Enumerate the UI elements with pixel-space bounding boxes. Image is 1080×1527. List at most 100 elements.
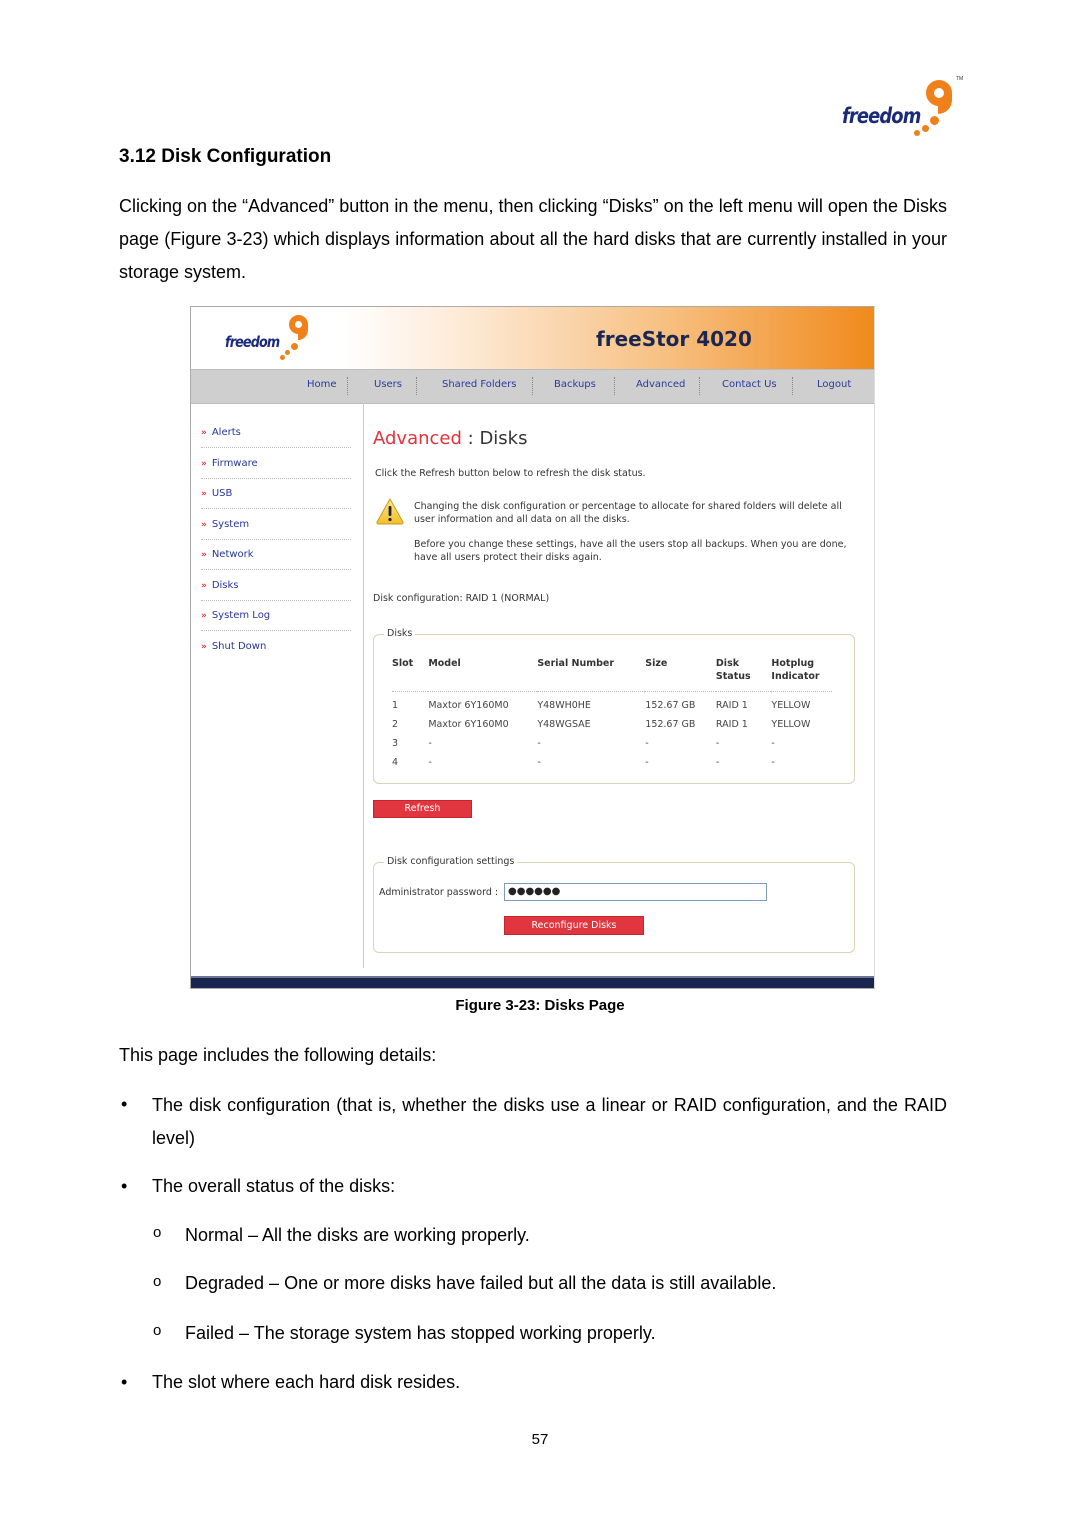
cell-size: - <box>645 757 649 768</box>
nav-separator <box>614 377 615 395</box>
freedom9-logo-small: freedom <box>225 313 325 365</box>
table-row: 2 Maxtor 6Y160M0 Y48WGSAE 152.67 GB RAID… <box>392 711 832 730</box>
logo-dot <box>930 116 939 125</box>
page-number: 57 <box>531 1431 549 1448</box>
cell-serial-number: - <box>537 738 541 749</box>
left-menu: » Alerts » Firmware » USB » System » Network … <box>191 403 364 968</box>
chevron-right-icon: » <box>201 581 207 591</box>
intro-paragraph: Clicking on the “Advanced” button in the… <box>119 196 947 282</box>
logo-dot <box>280 355 285 360</box>
cell-hotplug-indicator: - <box>771 757 775 768</box>
nav-separator <box>416 377 417 395</box>
disks-group-legend: Disks <box>384 628 416 639</box>
chevron-right-icon: » <box>201 520 207 530</box>
freedom9-logo: freedom TM <box>838 76 968 142</box>
top-nav: Home Users Shared Folders Backups Advanc… <box>191 369 874 404</box>
sidebar-item-shut-down[interactable]: » Shut Down <box>201 641 351 671</box>
footer-bar <box>191 976 874 988</box>
sub-bullet-icon: o <box>153 1273 162 1290</box>
nav-logout[interactable]: Logout <box>817 379 851 390</box>
disks-group: Disks Slot Model Serial Number Size Disk… <box>373 628 855 784</box>
page-title-separator: : <box>461 428 480 449</box>
nav-backups[interactable]: Backups <box>554 379 596 390</box>
cell-hotplug-indicator: YELLOW <box>771 719 811 730</box>
page-title-section: Advanced <box>373 428 462 449</box>
divider <box>201 539 351 540</box>
sub-bullet-icon: o <box>153 1322 162 1339</box>
settings-group-legend: Disk configuration settings <box>384 856 518 867</box>
bullet-icon: • <box>121 1372 128 1392</box>
sidebar-item-network[interactable]: » Network <box>201 549 351 579</box>
sidebar-item-label: System Log <box>211 610 271 621</box>
chevron-right-icon: » <box>201 611 207 621</box>
cell-size: 152.67 GB <box>645 700 696 711</box>
warning-text-1: Changing the disk configuration or perce… <box>414 501 842 525</box>
divider <box>201 630 351 631</box>
logo-dot <box>922 125 929 132</box>
sidebar-item-system-log[interactable]: » System Log <box>201 610 351 640</box>
nav-shared-folders[interactable]: Shared Folders <box>442 379 517 390</box>
refresh-hint: Click the Refresh button below to refres… <box>375 468 646 479</box>
cell-disk-status: RAID 1 <box>715 700 748 711</box>
sidebar-item-label: Disks <box>211 580 239 591</box>
column-header-size: Size <box>645 657 716 692</box>
column-header-slot: Slot <box>392 657 429 692</box>
warning-icon <box>376 497 404 525</box>
chevron-right-icon: » <box>201 550 207 560</box>
header-banner: freedom freeStor 4020 <box>191 307 874 369</box>
page-title-page: Disks <box>479 428 528 449</box>
product-name: freeStor 4020 <box>596 327 752 351</box>
nav-home[interactable]: Home <box>307 379 337 390</box>
cell-size: - <box>645 738 649 749</box>
refresh-button[interactable]: Refresh <box>373 800 472 818</box>
chevron-right-icon: » <box>201 428 207 438</box>
divider <box>201 478 351 479</box>
sidebar-item-alerts[interactable]: » Alerts <box>201 427 351 457</box>
cell-hotplug-indicator: - <box>771 738 775 749</box>
chevron-right-icon: » <box>201 489 207 499</box>
cell-size: 152.67 GB <box>645 719 696 730</box>
nav-separator <box>792 377 793 395</box>
sidebar-item-system[interactable]: » System <box>201 519 351 549</box>
bullet-item: The overall status of the disks: <box>152 1176 396 1196</box>
column-header-model: Model <box>428 657 538 692</box>
sub-bullet-item: Normal – All the disks are working prope… <box>185 1225 530 1245</box>
divider <box>201 569 351 570</box>
chevron-right-icon: » <box>201 642 207 652</box>
bullet-item: The slot where each hard disk resides. <box>152 1372 461 1392</box>
bullet-icon: • <box>121 1094 128 1114</box>
cell-slot: 3 <box>392 738 399 749</box>
details-intro: This page includes the following details… <box>119 1045 437 1065</box>
nav-separator <box>347 377 348 395</box>
sidebar-item-usb[interactable]: » USB <box>201 488 351 518</box>
cell-serial-number: - <box>537 757 541 768</box>
administrator-password-input[interactable]: ●●●●●● <box>504 883 767 901</box>
logo-trademark: TM <box>956 76 964 82</box>
cell-slot: 4 <box>392 757 399 768</box>
section-title: 3.12 Disk Configuration <box>119 146 332 167</box>
cell-disk-status: RAID 1 <box>715 719 748 730</box>
nav-advanced[interactable]: Advanced <box>636 379 685 390</box>
table-row: 3 - - - - - <box>392 730 832 749</box>
sidebar-item-label: Network <box>211 549 254 560</box>
cell-disk-status: - <box>715 757 720 768</box>
column-header-disk-status: Disk Status <box>715 657 772 692</box>
disk-configuration-status: Disk configuration: RAID 1 (NORMAL) <box>373 593 550 604</box>
divider <box>201 447 351 448</box>
cell-model: - <box>428 757 432 768</box>
reconfigure-disks-button[interactable]: Reconfigure Disks <box>504 916 644 935</box>
sub-bullet-item: Failed – The storage system has stopped … <box>185 1323 656 1343</box>
cell-model: Maxtor 6Y160M0 <box>428 719 509 730</box>
disk-configuration-settings-group: Disk configuration settings Administrato… <box>373 856 855 953</box>
chevron-right-icon: » <box>201 459 207 469</box>
nav-users[interactable]: Users <box>374 379 402 390</box>
sidebar-item-disks[interactable]: » Disks <box>201 580 351 610</box>
nav-contact-us[interactable]: Contact Us <box>722 379 777 390</box>
sub-bullet-item: Degraded – One or more disks have failed… <box>185 1273 777 1293</box>
warning-text-2: Before you change these settings, have a… <box>414 539 847 563</box>
sidebar-item-label: Firmware <box>211 458 258 469</box>
sidebar-item-firmware[interactable]: » Firmware <box>201 458 351 488</box>
bullet-item: The disk configuration (that is, whether… <box>152 1095 947 1148</box>
logo-wordmark: freedom <box>842 104 921 128</box>
cell-model: - <box>428 738 432 749</box>
